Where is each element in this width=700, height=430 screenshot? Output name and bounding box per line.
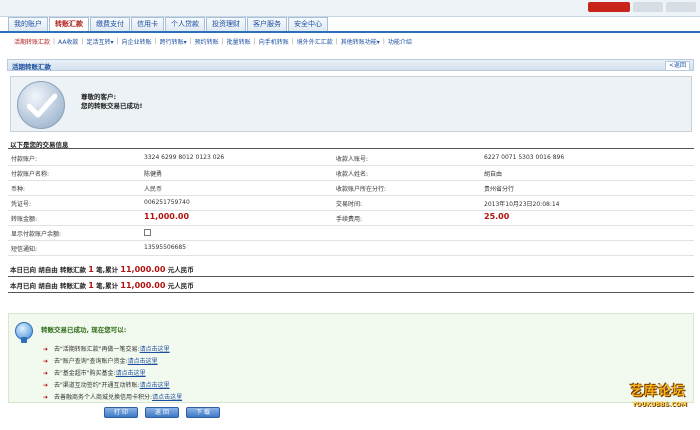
back-button[interactable]: 返 回 (145, 407, 179, 418)
tab-customer-service[interactable]: 客户服务 (247, 17, 287, 31)
sub-nav: 活期转账汇款 | AA收款 | 定活互转▾ | 向企业转账 | 跨行转账▾ | … (14, 37, 412, 46)
tab-security-center[interactable]: 安全中心 (288, 17, 328, 31)
tab-personal-loan[interactable]: 个人贷款 (165, 17, 205, 31)
detail-row: 付款账户: 3324 6299 8012 0123 026 收款人账号: 622… (8, 151, 694, 166)
tip-link[interactable]: 请点击这里 (116, 370, 146, 377)
subnav-scheduled[interactable]: 预约转账 (195, 37, 219, 46)
subnav-current-transfer[interactable]: 活期转账汇款 (14, 37, 50, 46)
payee-account-label: 收款人账号: (336, 156, 369, 163)
success-text: 您的转账交易已成功! (81, 102, 143, 110)
amount-label: 转账金额: (11, 216, 38, 223)
section-divider (8, 148, 694, 149)
sms-label: 短信通知: (11, 246, 38, 253)
main-nav: 我的账户 转账汇款 缴费支付 信用卡 个人贷款 投资理财 客户服务 安全中心 (8, 17, 328, 32)
list-item: ➜ 去"基金超市"购买基金:请点击这里 (43, 370, 146, 377)
trade-time-value: 2013年10月23日20:08:14 (484, 201, 560, 208)
month-count: 1 (88, 281, 94, 290)
top-link-button[interactable] (666, 2, 696, 12)
subnav-interbank[interactable]: 跨行转账▾ (160, 37, 187, 46)
detail-row: 币种: 人民币 收款账户所在分行: 贵州省分行 (8, 181, 694, 196)
detail-row: 凭证号: 006251759740 交易时间: 2013年10月23日20:08… (8, 196, 694, 211)
list-item: ➜ 去"账户查询"查询账户资金:请点击这里 (43, 358, 158, 365)
download-button[interactable]: 下 载 (186, 407, 220, 418)
tip-link[interactable]: 请点击这里 (140, 346, 170, 353)
subnav-intro[interactable]: 功能介绍 (388, 37, 412, 46)
payer-name-label: 付款账户名称: (11, 171, 50, 178)
payer-account-value: 3324 6299 8012 0123 026 (144, 154, 225, 161)
trade-time-label: 交易时间: (336, 201, 363, 208)
next-steps-title: 转账交易已成功, 现在您可以: (41, 326, 127, 334)
logout-button[interactable] (588, 2, 630, 12)
payee-name-value: 胡自由 (484, 171, 503, 178)
month-amount: 11,000.00 (120, 281, 166, 290)
detail-row: 转账金额: 11,000.00 手续费用: 25.00 (8, 211, 694, 226)
sms-value: 13595506685 (144, 244, 186, 251)
amount-value: 11,000.00 (144, 212, 190, 221)
arrow-right-icon: ➜ (43, 370, 49, 377)
arrow-right-icon: ➜ (43, 346, 49, 353)
payee-name-label: 收款人姓名: (336, 171, 369, 178)
payee-account-value: 6227 0071 5303 0016 896 (484, 154, 565, 161)
arrow-right-icon: ➜ (43, 382, 49, 389)
top-right-actions (588, 2, 696, 12)
site-watermark-logo: 艺库论坛 YOUKUBBS.COM (630, 384, 687, 408)
greeting-text: 尊敬的客户: (81, 93, 117, 101)
subnav-other[interactable]: 其他转账功能▾ (341, 37, 380, 46)
tab-investment[interactable]: 投资理财 (206, 17, 246, 31)
subnav-batch[interactable]: 批量转账 (227, 37, 251, 46)
success-message: 尊敬的客户: 您的转账交易已成功! (81, 93, 142, 111)
payer-name-value: 陈健勇 (144, 171, 163, 178)
tab-credit-card[interactable]: 信用卡 (131, 17, 164, 31)
currency-value: 人民币 (144, 186, 163, 193)
success-panel: 尊敬的客户: 您的转账交易已成功! (10, 76, 692, 132)
success-check-icon (17, 81, 65, 129)
top-bar (0, 0, 700, 17)
today-count: 1 (88, 265, 94, 274)
subnav-aa-collection[interactable]: AA收款 (58, 37, 78, 46)
detail-row: 短信通知: 13595506685 (8, 241, 694, 256)
payee-branch-label: 收款账户所在分行: (336, 186, 387, 193)
list-item: ➜ 去"活期转账汇款"再做一笔交易:请点击这里 (43, 346, 170, 353)
list-item: ➜ 去善融商务个人商城兑换信用卡积分:请点击这里 (43, 394, 183, 401)
back-link[interactable]: <返回 (664, 61, 690, 71)
tip-link[interactable]: 请点击这里 (152, 394, 182, 401)
payer-account-label: 付款账户: (11, 156, 38, 163)
today-amount: 11,000.00 (120, 265, 166, 274)
print-button[interactable]: 打 印 (104, 407, 138, 418)
tab-my-account[interactable]: 我的账户 (8, 17, 48, 31)
tip-link[interactable]: 请点击这里 (128, 358, 158, 365)
subnav-to-mobile[interactable]: 向手机转账 (259, 37, 289, 46)
page-title: 活期转账汇款 (12, 63, 51, 71)
subnav-fixed-current[interactable]: 定活互转▾ (86, 37, 113, 46)
arrow-right-icon: ➜ (43, 394, 49, 401)
fee-label: 手续费用: (336, 216, 363, 223)
today-summary: 本日已向 胡自由 转账汇款 1 笔,累计 11,000.00 元人民币 (10, 265, 194, 274)
voucher-value: 006251759740 (144, 199, 190, 206)
fee-value: 25.00 (484, 212, 510, 221)
month-summary: 本月已向 胡自由 转账汇款 1 笔,累计 11,000.00 元人民币 (10, 281, 194, 290)
detail-row: 付款账户名称: 陈健勇 收款人姓名: 胡自由 (8, 166, 694, 181)
currency-label: 币种: (11, 186, 26, 193)
arrow-right-icon: ➜ (43, 358, 49, 365)
detail-row: 显示付款账户余额: (8, 226, 694, 241)
page-title-bar: 活期转账汇款 <返回 (7, 59, 694, 71)
summary-divider (8, 292, 694, 293)
top-link-button[interactable] (633, 2, 663, 12)
tab-transfer[interactable]: 转账汇款 (49, 17, 89, 32)
next-steps-panel: 转账交易已成功, 现在您可以: ➜ 去"活期转账汇款"再做一笔交易:请点击这里 ➜… (8, 313, 694, 403)
show-balance-checkbox[interactable] (144, 229, 151, 236)
voucher-label: 凭证号: (11, 201, 32, 208)
payee-branch-value: 贵州省分行 (484, 186, 515, 193)
list-item: ➜ 去"渠道互动签约"开通互动转账:请点击这里 (43, 382, 170, 389)
subnav-overseas[interactable]: 境外外汇汇款 (297, 37, 333, 46)
tip-link[interactable]: 请点击这里 (140, 382, 170, 389)
tab-payment[interactable]: 缴费支付 (90, 17, 130, 31)
nav-divider (0, 31, 700, 33)
show-balance-label: 显示付款账户余额: (11, 231, 62, 238)
assistant-icon (15, 322, 33, 343)
summary-divider (8, 276, 694, 277)
subnav-to-enterprise[interactable]: 向企业转账 (122, 37, 152, 46)
